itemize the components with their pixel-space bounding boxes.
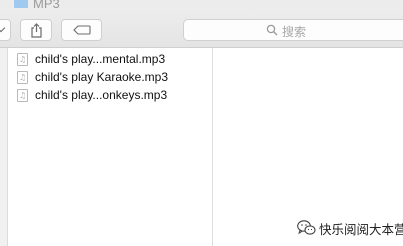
search-placeholder: 搜索 [282, 25, 307, 39]
audio-file-icon [17, 53, 28, 66]
tag-icon [73, 25, 91, 35]
search-icon [266, 24, 278, 36]
file-name: child's play Karaoke.mp3 [35, 70, 169, 84]
file-name: child's play...onkeys.mp3 [35, 88, 168, 102]
wechat-logo [297, 220, 316, 235]
view-options-button[interactable] [0, 19, 11, 41]
sidebar [0, 48, 8, 246]
file-row[interactable]: child's play...mental.mp3 [8, 51, 212, 69]
audio-file-icon [17, 71, 28, 84]
folder-icon [14, 0, 28, 8]
file-name: child's play...mental.mp3 [35, 52, 166, 66]
watermark-text: 快乐阅阅大本营 [319, 222, 403, 237]
preview-pane [213, 48, 403, 246]
search-input[interactable]: 搜索 [183, 19, 403, 41]
file-row[interactable]: child's play Karaoke.mp3 [8, 69, 212, 87]
window-title: MP3 [33, 0, 60, 11]
audio-file-icon [17, 89, 28, 102]
file-list: child's play...mental.mp3 child's play K… [8, 48, 212, 246]
tag-button[interactable] [61, 19, 102, 41]
title-bar: MP3 [0, 0, 403, 12]
file-row[interactable]: child's play...onkeys.mp3 [8, 87, 212, 105]
share-button[interactable] [20, 19, 52, 41]
share-icon [31, 23, 42, 38]
chevron-down-icon [0, 23, 6, 33]
